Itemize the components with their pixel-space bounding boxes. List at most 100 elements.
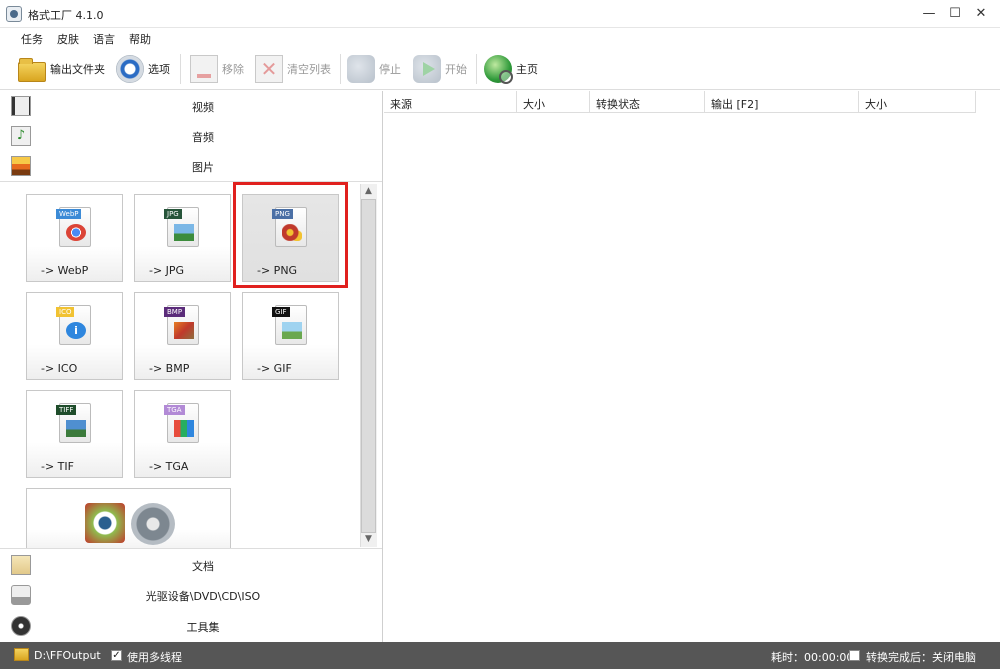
format-tile-gif[interactable]: GIF -> GIF [242,292,339,380]
format-tag: ICO [56,307,75,317]
maximize-button[interactable]: ☐ [942,4,968,24]
toolbar: 输出文件夹 选项 移除 ✕ 清空列表 停止 开始 主页 [0,48,1000,90]
menu-help[interactable]: 帮助 [129,31,151,47]
menu-bar: 任务 皮肤 语言 帮助 [0,28,1000,48]
format-tile-tif[interactable]: TIFF -> TIF [26,390,123,478]
format-tile-label: -> BMP [149,362,190,375]
webp-file-icon: WebP [56,207,91,247]
home-label: 主页 [516,63,538,76]
title-bar: 格式工厂 4.1.0 — ☐ ✕ [0,0,1000,28]
remove-label: 移除 [222,63,244,76]
format-tag: JPG [164,209,182,219]
stop-button[interactable]: 停止 [347,54,401,84]
scroll-down-icon[interactable]: ▼ [361,532,376,547]
output-folder-label: 输出文件夹 [50,63,105,76]
menu-task[interactable]: 任务 [21,31,43,47]
toolbar-separator [340,54,341,84]
column-size[interactable]: 大小 [517,91,590,113]
format-tile-label: -> ICO [41,362,78,375]
gif-file-icon: GIF [272,305,307,345]
format-tile-label: -> TIF [41,460,74,473]
output-folder-icon[interactable] [14,648,29,661]
remove-button[interactable]: 移除 [190,54,244,84]
format-tag: BMP [164,307,186,317]
elapsed-time: 耗时：00:00:00 [771,651,854,664]
minimize-button[interactable]: — [916,4,942,24]
format-tile-label: -> GIF [257,362,292,375]
format-tile-webp[interactable]: WebP -> WebP [26,194,123,282]
column-source[interactable]: 来源 [384,91,517,113]
options-gear-icon [116,55,144,83]
app-icon [6,6,22,22]
multithread-checkbox[interactable]: ✓ [111,650,122,661]
cubes-icon [174,420,194,437]
format-tile-label: -> TGA [149,460,189,473]
options-label: 选项 [148,63,170,76]
category-toolbox[interactable]: 工具集 [0,611,382,641]
window-title: 格式工厂 4.1.0 [28,9,104,22]
chrome-icon [66,224,86,241]
tif-file-icon: TIFF [56,403,91,443]
format-tile-jpg[interactable]: JPG -> JPG [134,194,231,282]
format-tile-bmp[interactable]: BMP -> BMP [134,292,231,380]
menu-language[interactable]: 语言 [93,31,115,47]
category-audio-label: 音频 [192,131,214,144]
options-button[interactable]: 选项 [116,54,170,84]
multithread-label: 使用多线程 [127,651,182,664]
start-label: 开始 [445,63,467,76]
eye-picture-icon [85,503,125,543]
gear-picture-icon [131,503,175,545]
clear-x-icon: ✕ [255,55,283,83]
format-tile-advanced[interactable] [26,488,231,548]
format-tile-label: -> WebP [41,264,89,277]
remove-icon [190,55,218,83]
info-icon: i [66,322,86,339]
category-panel: 视频 ♪ 音频 图片 WebP -> WebP JPG -> JPG PNG -… [0,91,383,642]
tga-file-icon: TGA [164,403,199,443]
task-list[interactable]: 来源 大小 转换状态 输出 [F2] 大小 [384,91,1000,642]
ico-file-icon: ICO i [56,305,91,345]
play-icon [413,55,441,83]
format-tile-label: -> JPG [149,264,185,277]
after-done-checkbox[interactable] [849,650,860,661]
format-tile-ico[interactable]: ICO i -> ICO [26,292,123,380]
globe-magnifier-icon [484,55,513,84]
status-bar: D:\FFOutput ✓ 使用多线程 耗时：00:00:00 转换完成后：关闭… [0,642,1000,669]
format-tag: TGA [164,405,185,415]
category-toolbox-label: 工具集 [186,621,220,634]
stop-label: 停止 [379,63,401,76]
scroll-thumb[interactable] [361,199,376,533]
category-image[interactable]: 图片 [0,151,382,181]
output-path[interactable]: D:\FFOutput [34,649,101,662]
bmp-file-icon: BMP [164,305,199,345]
output-folder-button[interactable]: 输出文件夹 [18,54,105,84]
category-audio[interactable]: ♪ 音频 [0,121,382,151]
after-done-label: 转换完成后：关闭电脑 [866,651,976,664]
column-output-size[interactable]: 大小 [859,91,976,113]
format-tag: TIFF [56,405,77,415]
category-optical[interactable]: 光驱设备\DVD\CD\ISO [0,580,382,610]
column-output[interactable]: 输出 [F2] [705,91,859,113]
clear-list-button[interactable]: ✕ 清空列表 [255,54,331,84]
start-button[interactable]: 开始 [413,54,467,84]
format-tag: WebP [56,209,82,219]
format-tile-tga[interactable]: TGA -> TGA [134,390,231,478]
column-status[interactable]: 转换状态 [590,91,705,113]
menu-skin[interactable]: 皮肤 [57,31,79,47]
toolbar-separator [180,54,181,84]
folder-icon [18,58,46,82]
category-image-label: 图片 [192,161,214,174]
close-button[interactable]: ✕ [968,4,994,24]
category-document[interactable]: 文档 [0,550,382,580]
landscape-icon [66,420,86,437]
category-document-label: 文档 [192,560,214,573]
toolbar-separator [476,54,477,84]
category-optical-label: 光驱设备\DVD\CD\ISO [145,590,261,603]
stop-icon [347,55,375,83]
category-video-label: 视频 [192,101,214,114]
scroll-up-icon[interactable]: ▲ [361,184,376,199]
category-video[interactable]: 视频 [0,91,382,121]
landscape-icon [282,322,302,339]
home-button[interactable]: 主页 [484,54,538,84]
png-selection-highlight [233,182,348,288]
